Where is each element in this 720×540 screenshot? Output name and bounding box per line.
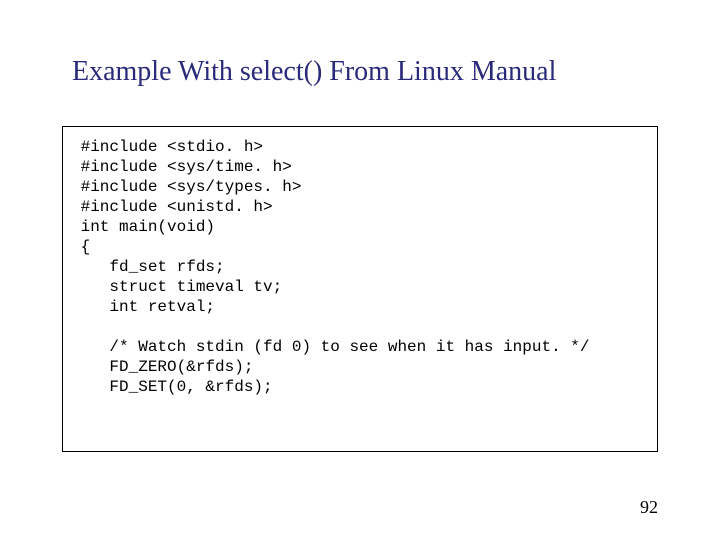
slide: Example With select() From Linux Manual …	[0, 0, 720, 540]
page-number: 92	[640, 497, 658, 518]
code-box: #include <stdio. h> #include <sys/time. …	[62, 126, 658, 452]
slide-title: Example With select() From Linux Manual	[72, 56, 680, 88]
code-block: #include <stdio. h> #include <sys/time. …	[71, 137, 649, 397]
